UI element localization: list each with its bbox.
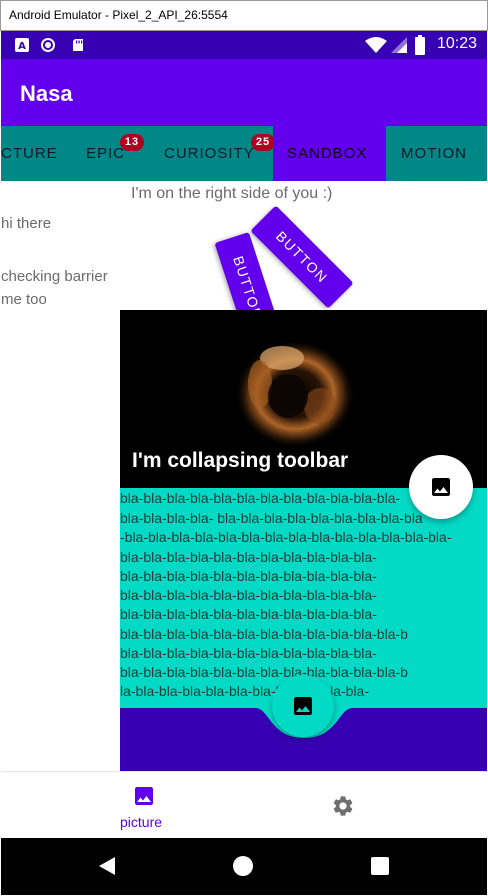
image-icon bbox=[294, 697, 312, 715]
tab-epic[interactable]: EPIC 13 bbox=[65, 126, 145, 181]
body-line: bla-bla-bla-bla-bla-bla-bla-bla-bla-bla-… bbox=[120, 664, 408, 680]
image-icon bbox=[135, 787, 153, 805]
tab-epic-label: EPIC bbox=[86, 145, 126, 162]
status-bar: A 10:23 bbox=[1, 31, 487, 59]
me-too-text: me too bbox=[1, 291, 47, 308]
tab-sandbox-label: SANDBOX bbox=[287, 145, 368, 162]
body-line: bla-bla-bla-bla- bla-bla-bla-bla-bla-bla… bbox=[120, 510, 423, 526]
tab-curiosity-label: CURIOSITY bbox=[164, 145, 255, 162]
gear-icon bbox=[333, 796, 353, 816]
app-title: Nasa bbox=[20, 81, 73, 106]
tab-sandbox[interactable]: SANDBOX bbox=[273, 126, 386, 181]
body-line: bla-bla-bla-bla-bla-bla-bla-bla-bla-bla-… bbox=[120, 568, 377, 584]
tab-bar: CTURE EPIC 13 CURIOSITY 25 SANDBOX MOTIO… bbox=[1, 126, 487, 181]
tab-motion-label: MOTION bbox=[401, 145, 467, 162]
status-time: 10:23 bbox=[436, 35, 477, 52]
recents-icon[interactable] bbox=[370, 856, 390, 876]
emulator-title-bar: Android Emulator - Pixel_2_API_26:5554 bbox=[0, 0, 488, 31]
body-line: bla-bla-bla-bla-bla-bla-bla-bla-bla-bla-… bbox=[120, 549, 377, 565]
tab-curiosity[interactable]: CURIOSITY 25 bbox=[145, 126, 275, 181]
record-icon bbox=[41, 38, 55, 52]
tab-curiosity-badge: 25 bbox=[251, 134, 275, 151]
body-line: -bla-bla-bla-bla-bla-bla-bla-bla-bla-bla… bbox=[120, 529, 452, 545]
tab-motion[interactable]: MOTION bbox=[386, 126, 487, 181]
body-line: bla-bla-bla-bla-bla-bla-bla-bla-bla-bla-… bbox=[120, 587, 377, 603]
tab-picture-label: CTURE bbox=[1, 145, 58, 162]
sd-card-icon bbox=[73, 39, 83, 51]
body-line: bla-bla-bla-bla-bla-bla-bla-bla-bla-bla-… bbox=[120, 606, 377, 622]
nav-item-settings[interactable] bbox=[295, 772, 391, 839]
nav-item-picture-label: picture bbox=[120, 814, 163, 830]
collapsing-fab[interactable] bbox=[409, 455, 473, 519]
body-line: bla-bla-bla-bla-bla-bla-bla-bla-bla-bla-… bbox=[120, 490, 401, 506]
nebula-image bbox=[235, 340, 355, 448]
collapsing-toolbar-title: I'm collapsing toolbar bbox=[132, 449, 349, 472]
body-line: bla-bla-bla-bla-bla-bla-bla-bla-bla-bla-… bbox=[120, 645, 377, 661]
greeting-text: hi there bbox=[1, 215, 52, 232]
tab-epic-badge: 13 bbox=[120, 134, 144, 151]
home-icon[interactable] bbox=[232, 855, 254, 877]
signal-icon bbox=[391, 37, 407, 53]
image-icon bbox=[432, 478, 450, 496]
bottom-navigation: picture bbox=[1, 771, 487, 838]
right-side-text: I'm on the right side of you :) bbox=[131, 185, 333, 202]
a-notification-icon: A bbox=[15, 38, 29, 52]
system-navigation-bar bbox=[1, 838, 487, 895]
wifi-icon bbox=[365, 37, 387, 53]
emulator-title: Android Emulator - Pixel_2_API_26:5554 bbox=[9, 8, 228, 22]
back-icon[interactable] bbox=[97, 856, 117, 876]
tab-picture[interactable]: CTURE bbox=[1, 126, 65, 181]
barrier-text: checking barrier bbox=[1, 268, 108, 285]
battery-icon bbox=[415, 35, 425, 55]
bottom-bar-fab[interactable] bbox=[272, 675, 334, 737]
app-bar: Nasa bbox=[1, 59, 487, 126]
svg-text:A: A bbox=[18, 41, 26, 52]
body-line: bla-bla-bla-bla-bla-bla-bla-bla-bla-bla-… bbox=[120, 626, 408, 642]
